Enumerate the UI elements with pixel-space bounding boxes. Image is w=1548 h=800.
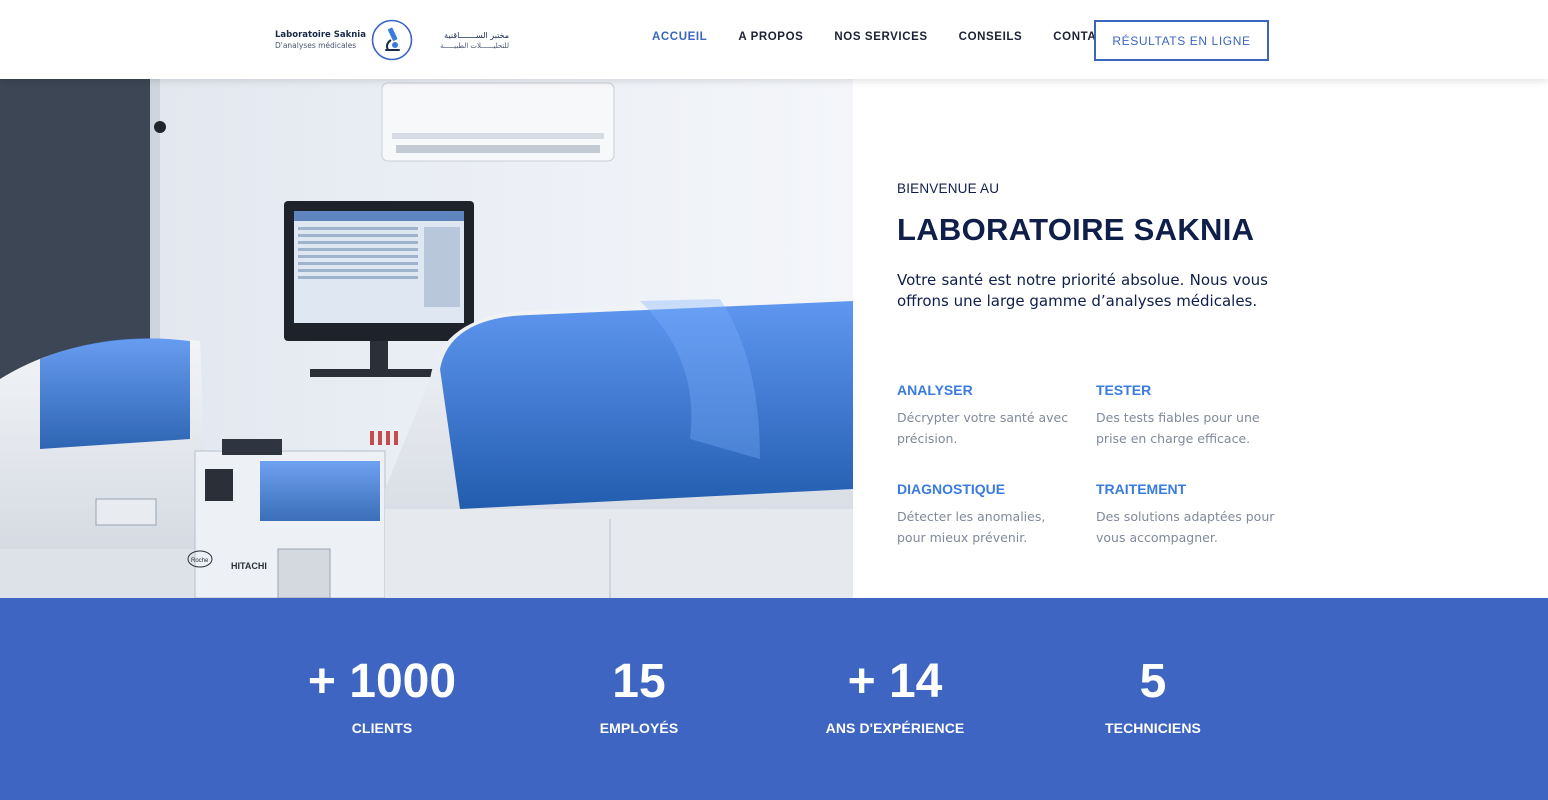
logo-arabic-name: مختبر الســـــــاقنية [444,30,509,40]
stat-label: EMPLOYÉS [599,720,679,736]
logo-name: Laboratoire Saknia [275,30,366,40]
stat-value: 5 [1139,655,1167,708]
nav-item-a-propos[interactable]: A PROPOS [738,31,803,43]
logo-arabic-subtitle: للتحليــــــلات الطبيـــــة [440,41,509,50]
online-results-button[interactable]: RÉSULTATS EN LIGNE [1094,20,1269,61]
feature-traitement: TRAITEMENT Des solutions adaptées pour v… [1096,481,1276,548]
site-header: Laboratoire Saknia D'analyses médicales … [0,0,1548,79]
feature-description: Des solutions adaptées pour vous accompa… [1096,509,1275,545]
stat-techniciens: 5 TECHNICIENS [1043,654,1263,736]
logo-text-latin: Laboratoire Saknia D'analyses médicales [275,30,367,50]
feature-title: ANALYSER [897,382,973,398]
stat-value: + 14 [847,655,943,708]
machine-brand-label: HITACHI [231,561,267,571]
feature-description: Détecter les anomalies, pour mieux préve… [897,509,1046,545]
laboratory-analyzer-photo: HITACHI Roche [0,79,853,598]
feature-description: Des tests fiables pour une prise en char… [1096,410,1260,446]
feature-title: TRAITEMENT [1096,481,1187,497]
machine-maker-label: Roche [191,558,209,564]
feature-diagnostique: DIAGNOSTIQUE Détecter les anomalies, pou… [897,481,1077,548]
hero-title: LABORATOIRE SAKNIA [897,212,1255,247]
feature-tester: TESTER Des tests fiables pour une prise … [1096,382,1276,449]
stat-experience: + 14 ANS D'EXPÉRIENCE [785,654,1005,736]
stat-label: ANS D'EXPÉRIENCE [825,720,965,736]
stat-employes: 15 EMPLOYÉS [529,654,749,736]
stat-clients: + 1000 CLIENTS [272,654,492,736]
logo-subtitle: D'analyses médicales [275,41,357,50]
stat-value: + 1000 [307,655,457,708]
stat-label: CLIENTS [351,720,413,736]
nav-item-accueil[interactable]: ACCUEIL [652,31,707,43]
main-nav: ACCUEIL A PROPOS NOS SERVICES CONSEILS C… [652,31,1144,43]
feature-title: DIAGNOSTIQUE [897,481,1006,497]
hero-kicker: BIENVENUE AU [897,181,1000,196]
stat-label: TECHNICIENS [1105,720,1201,736]
nav-item-conseils[interactable]: CONSEILS [959,31,1023,43]
microscope-icon [371,19,413,61]
logo-text-arabic: مختبر الســـــــاقنية للتحليــــــلات ال… [417,31,509,50]
stat-value: 15 [612,655,666,708]
feature-analyser: ANALYSER Décrypter votre santé avec préc… [897,382,1077,449]
hero-lab-image: HITACHI Roche [0,79,853,598]
feature-title: TESTER [1096,382,1152,398]
hero-intro: Votre santé est notre priorité absolue. … [897,271,1268,310]
brand-logo[interactable]: Laboratoire Saknia D'analyses médicales … [275,16,510,64]
nav-item-nos-services[interactable]: NOS SERVICES [834,31,927,43]
stats-band: + 1000 CLIENTS 15 EMPLOYÉS + 14 ANS D'EX… [0,598,1548,800]
feature-description: Décrypter votre santé avec précision. [897,410,1069,446]
